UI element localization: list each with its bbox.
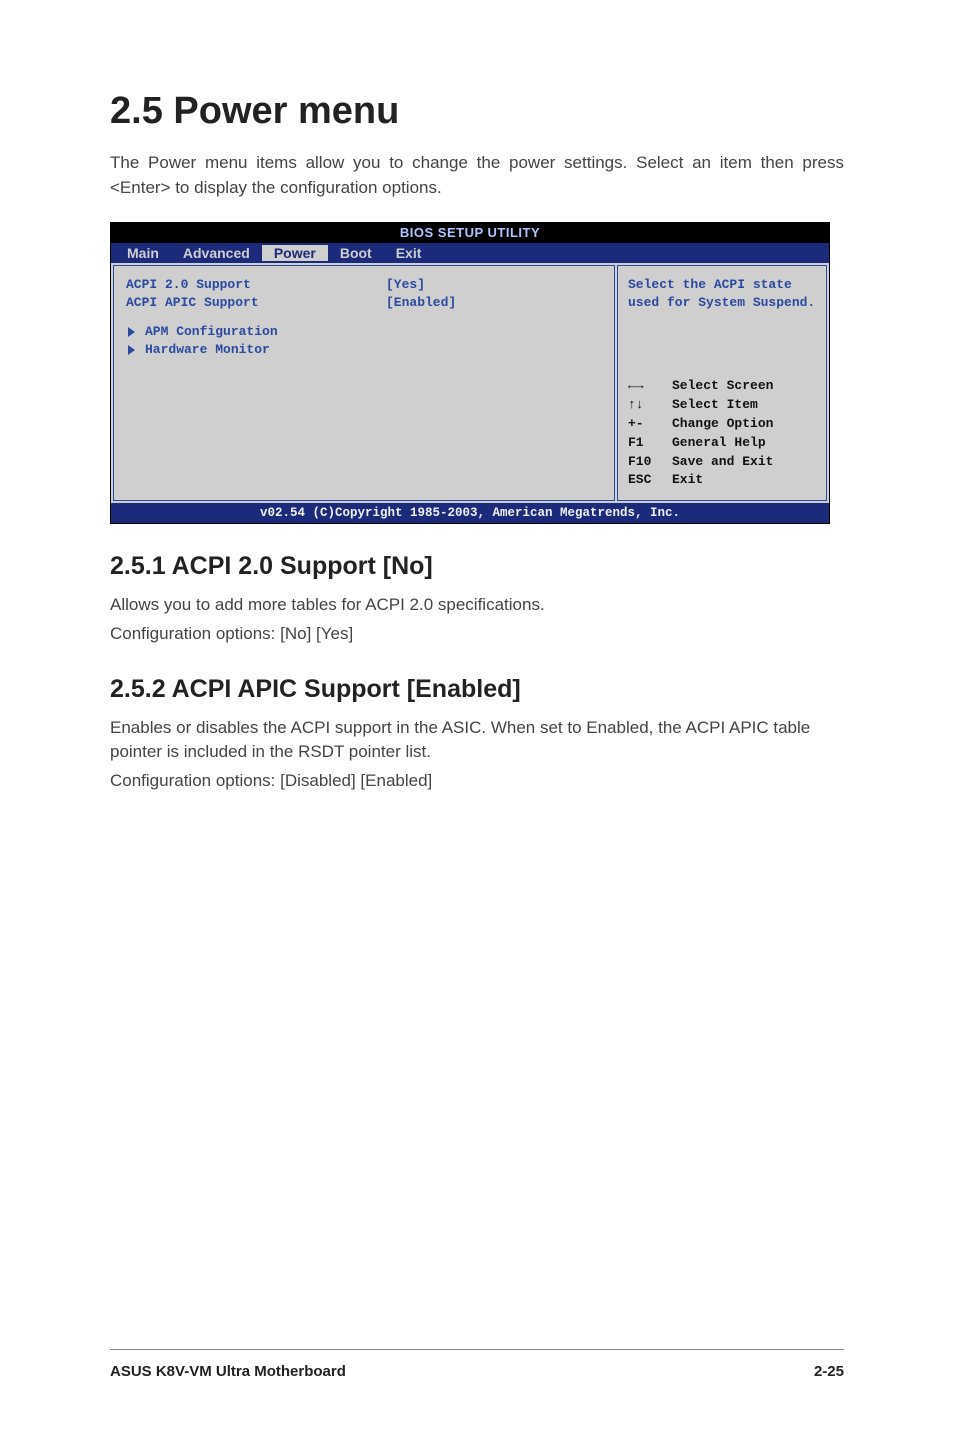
bios-key-legend: ←→Select Screen ↑↓Select Item +-Change O… (628, 377, 816, 490)
section-251-line2: Configuration options: [No] [Yes] (110, 622, 844, 647)
bios-item-acpi-apic: ACPI APIC Support [Enabled] (126, 294, 602, 312)
bios-left-pane: ACPI 2.0 Support [Yes] ACPI APIC Support… (113, 265, 615, 501)
footer-rule (110, 1349, 844, 1350)
bios-header: BIOS SETUP UTILITY (111, 223, 829, 243)
bios-submenu-label: Hardware Monitor (145, 341, 270, 359)
bios-item-label: ACPI 2.0 Support (126, 276, 386, 294)
key-desc: Save and Exit (672, 453, 773, 472)
bios-tab-boot: Boot (328, 245, 384, 261)
triangle-icon (128, 327, 135, 337)
key-row: ←→Select Screen (628, 377, 816, 396)
key-row: F10Save and Exit (628, 453, 816, 472)
bios-tab-bar: Main Advanced Power Boot Exit (111, 243, 829, 263)
key-desc: General Help (672, 434, 766, 453)
bios-footer: v02.54 (C)Copyright 1985-2003, American … (111, 503, 829, 523)
bios-submenu-hwmonitor: Hardware Monitor (126, 341, 602, 359)
key-desc: Select Screen (672, 377, 773, 396)
key-row: ESCExit (628, 471, 816, 490)
bios-right-pane: Select the ACPI state used for System Su… (617, 265, 827, 501)
bios-tab-main: Main (115, 245, 171, 261)
key-key: F1 (628, 434, 672, 453)
section-heading-252: 2.5.2 ACPI APIC Support [Enabled] (110, 675, 844, 704)
bios-help-text: Select the ACPI state used for System Su… (628, 276, 816, 311)
key-key: ←→ (628, 377, 672, 396)
key-row: ↑↓Select Item (628, 396, 816, 415)
intro-paragraph: The Power menu items allow you to change… (110, 151, 844, 200)
bios-submenu-label: APM Configuration (145, 323, 278, 341)
bios-title: BIOS SETUP UTILITY (111, 225, 829, 240)
key-desc: Select Item (672, 396, 758, 415)
key-key: F10 (628, 453, 672, 472)
bios-body: ACPI 2.0 Support [Yes] ACPI APIC Support… (111, 263, 829, 503)
bios-item-value: [Yes] (386, 276, 425, 294)
bios-tab-advanced: Advanced (171, 245, 262, 261)
page-footer: ASUS K8V-VM Ultra Motherboard 2-25 (110, 1363, 844, 1380)
footer-right: 2-25 (814, 1363, 844, 1380)
key-row: F1General Help (628, 434, 816, 453)
key-key: ↑↓ (628, 396, 672, 415)
section-252-line2: Configuration options: [Disabled] [Enabl… (110, 769, 844, 794)
triangle-icon (128, 345, 135, 355)
section-252-line1: Enables or disables the ACPI support in … (110, 716, 844, 765)
bios-item-value: [Enabled] (386, 294, 456, 312)
key-desc: Change Option (672, 415, 773, 434)
key-key: +- (628, 415, 672, 434)
bios-submenu-apm: APM Configuration (126, 323, 602, 341)
bios-screenshot: BIOS SETUP UTILITY Main Advanced Power B… (110, 222, 830, 524)
key-row: +-Change Option (628, 415, 816, 434)
key-desc: Exit (672, 471, 703, 490)
spacer (126, 311, 602, 323)
key-key: ESC (628, 471, 672, 490)
page-heading: 2.5 Power menu (110, 90, 844, 133)
section-heading-251: 2.5.1 ACPI 2.0 Support [No] (110, 552, 844, 581)
bios-item-label: ACPI APIC Support (126, 294, 386, 312)
footer-left: ASUS K8V-VM Ultra Motherboard (110, 1363, 346, 1380)
section-251-line1: Allows you to add more tables for ACPI 2… (110, 593, 844, 618)
bios-item-acpi20: ACPI 2.0 Support [Yes] (126, 276, 602, 294)
bios-tab-exit: Exit (384, 245, 434, 261)
bios-tab-power: Power (262, 245, 328, 261)
